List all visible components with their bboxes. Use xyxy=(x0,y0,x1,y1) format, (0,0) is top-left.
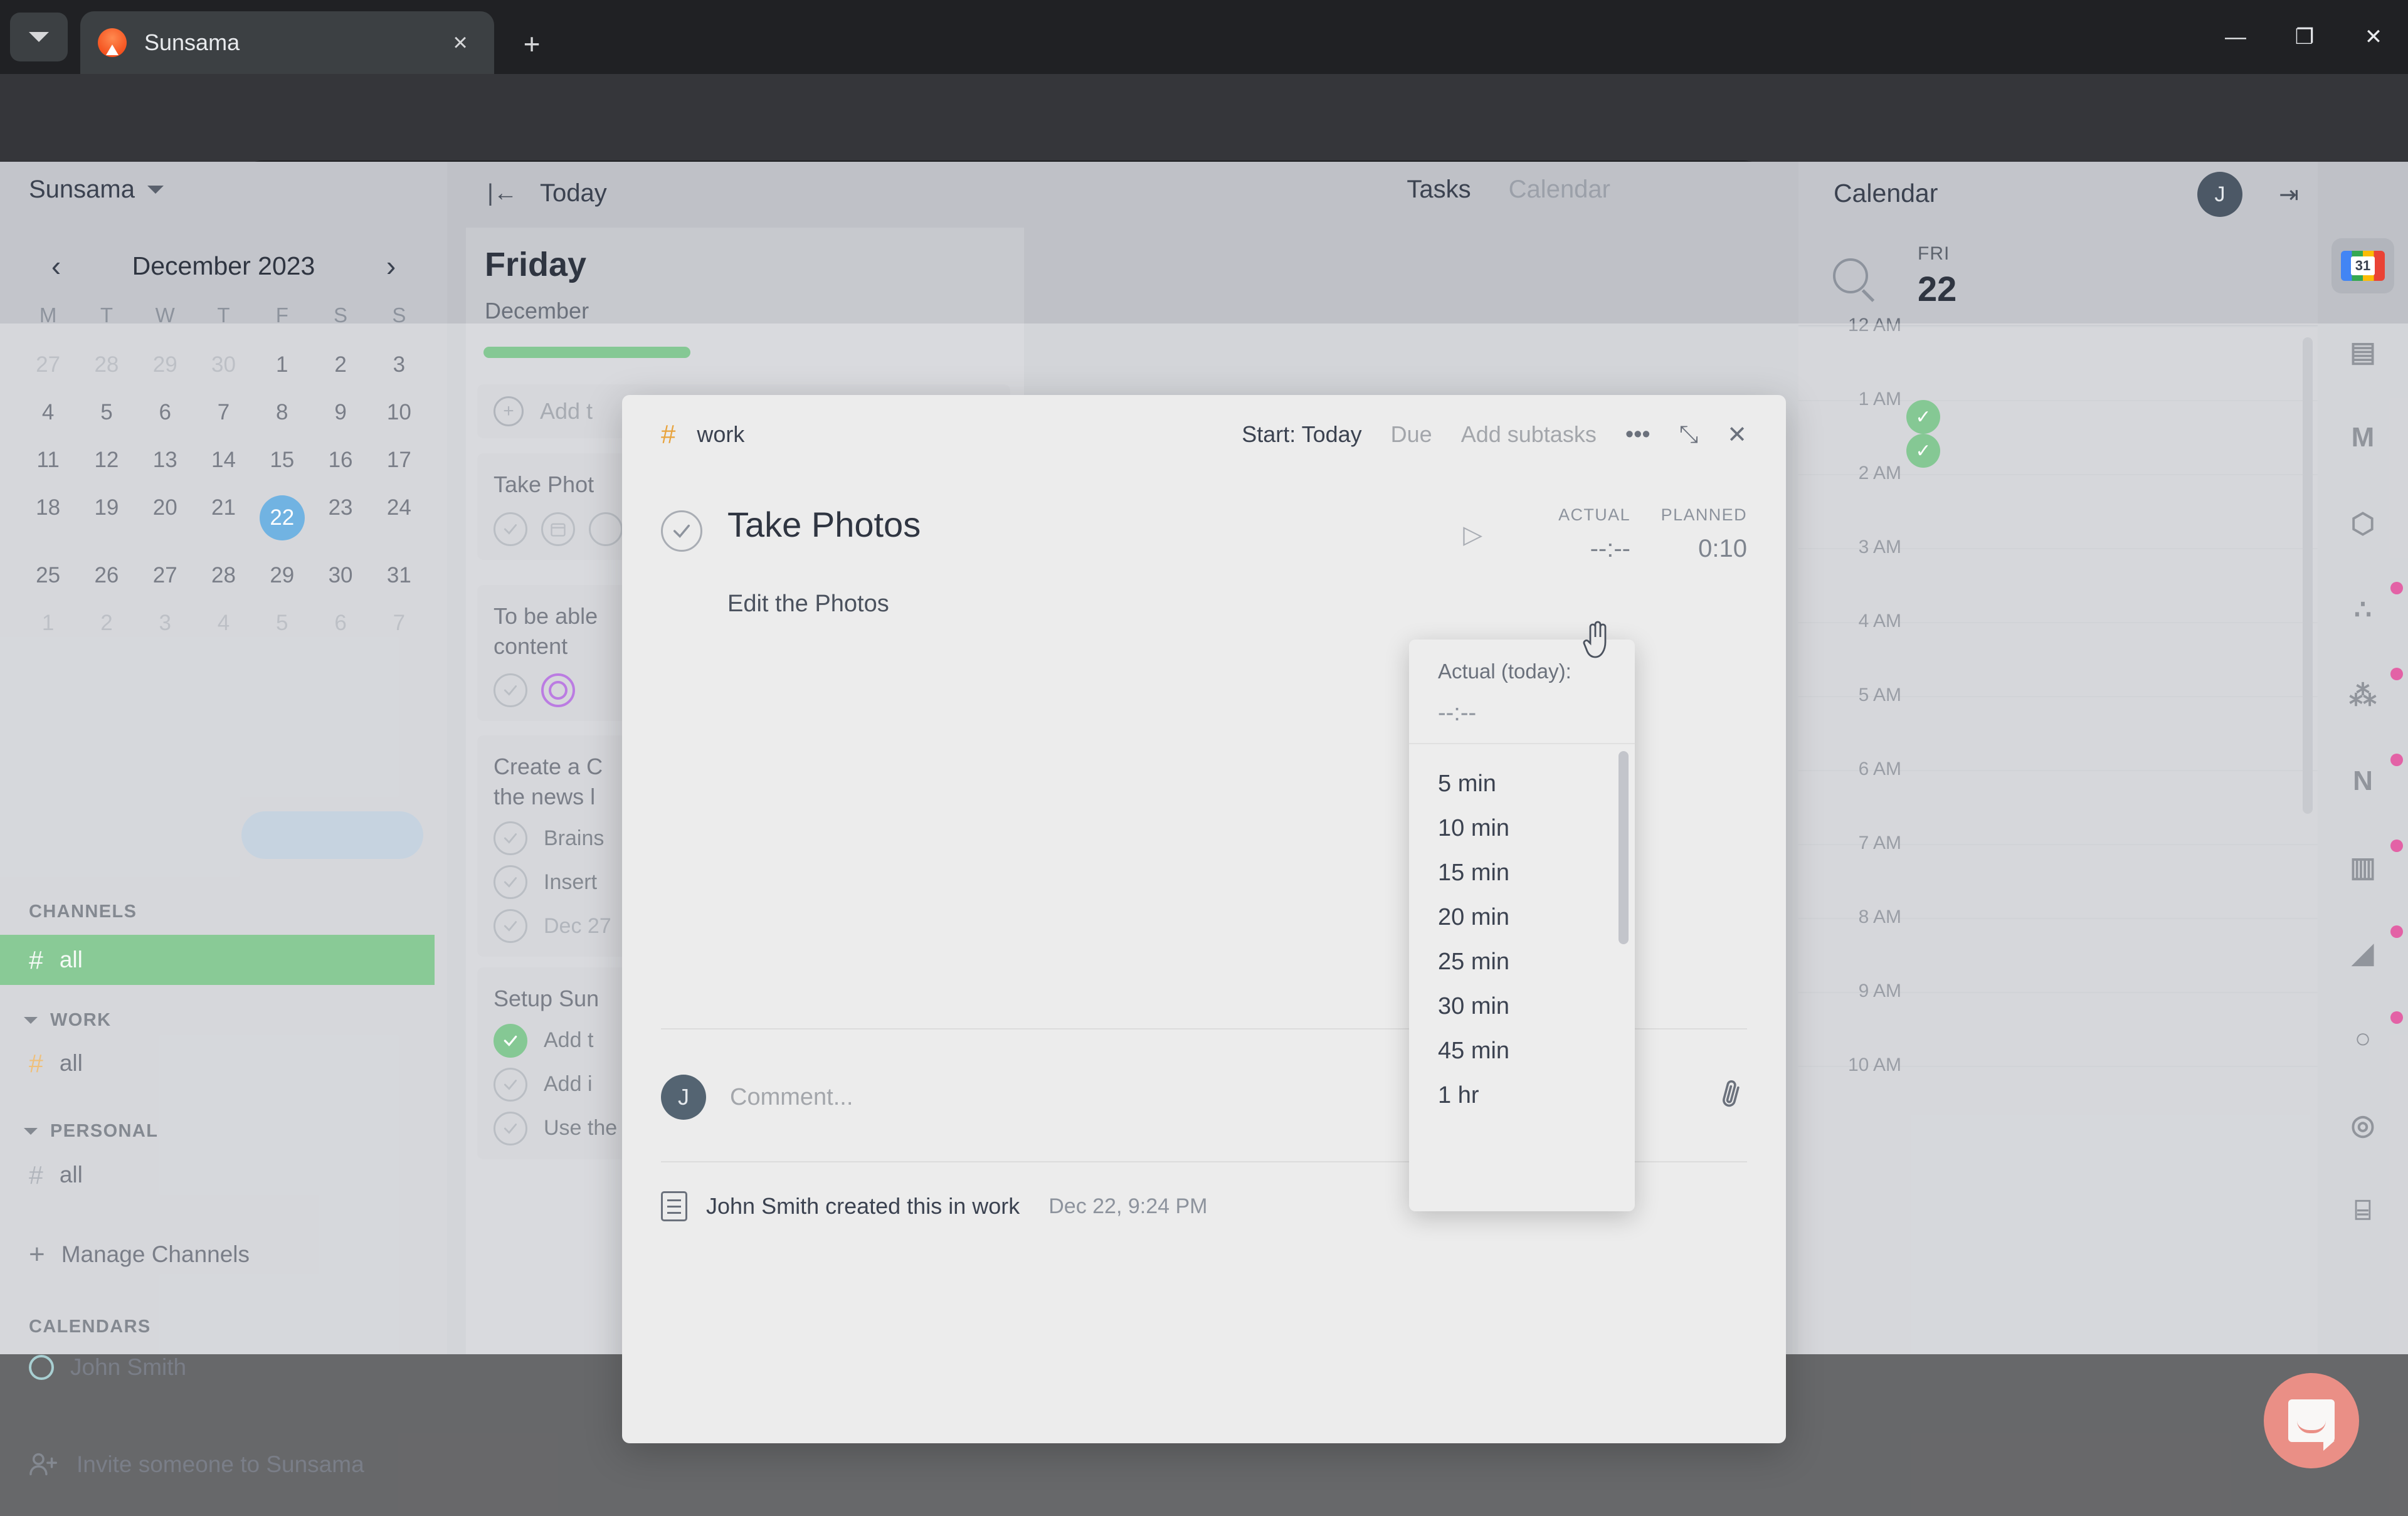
close-icon[interactable]: × xyxy=(444,26,477,59)
browser-navigation-bar: ← → ⟳ app.sunsama.com/group/170318276446… xyxy=(0,74,2408,162)
dropdown-option[interactable]: 30 min xyxy=(1409,984,1635,1029)
modal-channel-name[interactable]: work xyxy=(697,421,744,448)
sunsama-favicon xyxy=(98,28,127,57)
workspace-name: Sunsama xyxy=(29,176,135,204)
activity-text: John Smith created this in work xyxy=(706,1193,1020,1219)
mini-calendar-header: ‹ December 2023 › xyxy=(0,237,447,295)
modal-body: Take Photos ▷ ACTUAL --:-- PLANNED 0:10 … xyxy=(622,474,1786,618)
play-timer-icon[interactable]: ▷ xyxy=(1463,520,1482,549)
task-title[interactable]: Take Photos xyxy=(727,504,1463,545)
collapse-sidebar-icon[interactable]: |← xyxy=(487,180,525,207)
dropdown-option[interactable]: 15 min xyxy=(1409,851,1635,895)
planned-label: PLANNED xyxy=(1630,505,1747,525)
actual-time-dropdown: Actual (today): --:-- 5 min10 min15 min2… xyxy=(1409,640,1635,1211)
dropdown-option[interactable]: 5 min xyxy=(1409,762,1635,806)
calendar-day-number: 22 xyxy=(1918,268,1956,309)
planned-value: 0:10 xyxy=(1630,535,1747,563)
hash-icon: # xyxy=(661,419,675,450)
next-month-icon[interactable]: › xyxy=(372,249,410,283)
rail-item-google-calendar-icon[interactable]: 31 xyxy=(2340,243,2385,288)
avatar[interactable]: J xyxy=(2197,172,2242,217)
browser-window: Sunsama × + — ❐ ✕ ← → ⟳ app.sunsama.com/… xyxy=(0,0,2408,1354)
actual-meter[interactable]: ACTUAL --:-- xyxy=(1514,505,1630,563)
dropdown-option[interactable]: 25 min xyxy=(1409,940,1635,984)
actual-label: ACTUAL xyxy=(1514,505,1630,525)
dropdown-option[interactable]: 45 min xyxy=(1409,1029,1635,1073)
tab-tasks[interactable]: Tasks xyxy=(1407,176,1471,204)
chevron-down-icon xyxy=(147,186,164,194)
task-description[interactable]: Edit the Photos xyxy=(622,563,1786,618)
app-topbar: |← Today Tasks Calendar xyxy=(447,162,1798,224)
workspace-switcher[interactable]: Sunsama xyxy=(29,176,164,204)
minimize-icon[interactable]: — xyxy=(2201,0,2270,74)
today-button[interactable]: Today xyxy=(540,179,607,208)
dropdown-scrollbar[interactable] xyxy=(1619,751,1629,944)
due-date-button[interactable]: Due xyxy=(1391,421,1432,448)
mini-calendar-title: December 2023 xyxy=(89,251,359,281)
history-icon xyxy=(661,1191,687,1221)
task-time-meters: ACTUAL --:-- PLANNED 0:10 xyxy=(1514,505,1747,563)
day-name: Friday xyxy=(485,245,586,284)
comment-input-placeholder[interactable]: Comment... xyxy=(730,1084,853,1111)
dropdown-option[interactable]: 10 min xyxy=(1409,806,1635,851)
chevron-down-icon xyxy=(29,32,49,42)
calendar-dow: FRI xyxy=(1918,243,1950,265)
start-date-button[interactable]: Start: Today xyxy=(1242,421,1361,448)
dropdown-options: 5 min10 min15 min20 min25 min30 min45 mi… xyxy=(1409,744,1635,1118)
expand-icon[interactable]: ⤡ xyxy=(1679,421,1698,448)
window-close-icon[interactable]: ✕ xyxy=(2339,0,2408,74)
attachment-icon[interactable] xyxy=(1711,1075,1754,1119)
close-icon[interactable]: ✕ xyxy=(1727,421,1747,449)
window-controls: — ❐ ✕ xyxy=(2201,0,2408,74)
tab-title: Sunsama xyxy=(144,29,444,56)
tab-calendar[interactable]: Calendar xyxy=(1509,176,1610,204)
more-options-icon[interactable]: ••• xyxy=(1625,421,1650,448)
tab-strip: Sunsama × + — ❐ ✕ xyxy=(0,0,2408,74)
activity-log-entry: John Smith created this in work Dec 22, … xyxy=(661,1191,1207,1221)
zoom-in-icon[interactable] xyxy=(1833,258,1868,293)
calendar-panel-title: Calendar xyxy=(1834,179,1938,208)
task-title-row: Take Photos ▷ ACTUAL --:-- PLANNED 0:10 xyxy=(622,474,1786,563)
dropdown-option[interactable]: 1 hr xyxy=(1409,1073,1635,1118)
expand-panel-icon[interactable]: ⇥ xyxy=(2279,181,2299,209)
day-subtitle: December xyxy=(485,298,589,324)
dropdown-header-label: Actual (today): xyxy=(1438,660,1606,683)
new-tab-button[interactable]: + xyxy=(514,26,549,61)
add-subtasks-button[interactable]: Add subtasks xyxy=(1461,421,1597,448)
sunsama-app: Sunsama ‹ December 2023 › MTWTFSS 272829… xyxy=(0,162,2408,1354)
task-complete-checkbox[interactable] xyxy=(661,510,702,552)
tab-search-button[interactable] xyxy=(10,13,68,61)
dropdown-header-value[interactable]: --:-- xyxy=(1438,700,1606,727)
mouse-cursor-pointer xyxy=(1580,618,1614,660)
avatar: J xyxy=(661,1075,706,1120)
view-tabs: Tasks Calendar xyxy=(1407,176,1610,204)
dropdown-option[interactable]: 20 min xyxy=(1409,895,1635,940)
browser-tab[interactable]: Sunsama × xyxy=(80,11,494,74)
actual-value: --:-- xyxy=(1514,535,1630,563)
modal-header: # work Start: Today Due Add subtasks •••… xyxy=(622,395,1786,474)
calendar-day-header: FRI 22 xyxy=(1798,226,2318,326)
prev-month-icon[interactable]: ‹ xyxy=(38,249,75,283)
maximize-icon[interactable]: ❐ xyxy=(2270,0,2339,74)
activity-timestamp: Dec 22, 9:24 PM xyxy=(1048,1194,1207,1219)
planned-meter[interactable]: PLANNED 0:10 xyxy=(1630,505,1747,563)
